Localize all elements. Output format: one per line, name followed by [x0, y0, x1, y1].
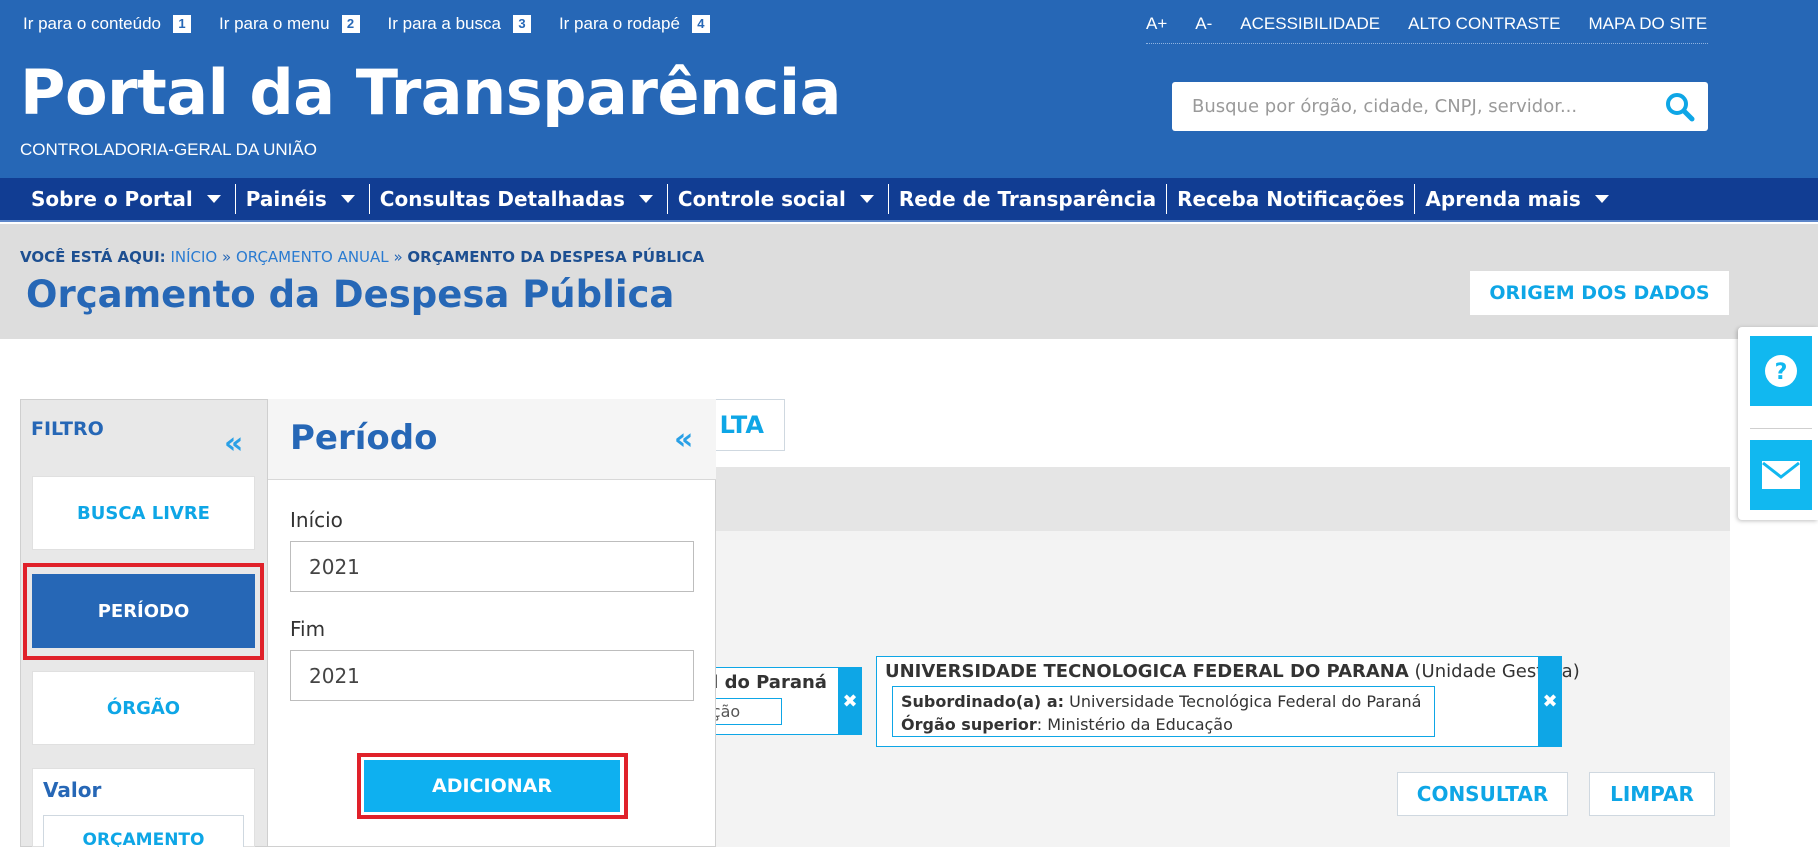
envelope-icon: [1762, 461, 1800, 489]
font-decrease-link[interactable]: A-: [1195, 14, 1212, 34]
shortcut-key-badge: 3: [512, 15, 531, 33]
caret-down-icon: [859, 195, 874, 203]
high-contrast-link[interactable]: ALTO CONTRASTE: [1408, 14, 1560, 34]
nav-receba-notificacoes[interactable]: Receba Notificações: [1166, 184, 1414, 214]
collapse-filter-chevron-icon[interactable]: «: [224, 426, 243, 461]
help-button[interactable]: ?: [1750, 336, 1812, 406]
skip-to-search-link[interactable]: Ir para a busca 3: [388, 14, 531, 34]
filter-orcamento-button[interactable]: ORÇAMENTO: [43, 815, 244, 847]
filter-periodo-button[interactable]: PERÍODO: [32, 574, 255, 648]
shortcut-key-badge: 2: [341, 15, 360, 33]
filter-chip-title: UNIVERSIDADE TECNOLOGICA FEDERAL DO PARA…: [885, 661, 1580, 682]
orgao-superior-line: Órgão superior: Ministério da Educação: [901, 715, 1233, 734]
breadcrumb-prefix: VOCÊ ESTÁ AQUI:: [20, 248, 166, 266]
breadcrumb-separator: »: [393, 248, 403, 266]
shortcut-key-badge: 4: [691, 15, 710, 33]
filter-chip-title: al do Paraná: [700, 672, 827, 693]
subordinado-line: Subordinado(a) a: Universidade Tecnológi…: [901, 692, 1422, 711]
search-box: [1172, 82, 1708, 131]
shortcut-key-badge: 1: [172, 15, 191, 33]
inicio-label: Início: [290, 508, 343, 532]
contact-button[interactable]: [1750, 440, 1812, 510]
remove-filter-button[interactable]: ✖: [1538, 656, 1562, 747]
search-icon: [1666, 93, 1695, 122]
adicionar-button[interactable]: ADICIONAR: [364, 760, 620, 812]
skip-to-footer-link[interactable]: Ir para o rodapé 4: [559, 14, 710, 34]
nav-rede-de-transparencia[interactable]: Rede de Transparência: [887, 184, 1166, 214]
breadcrumb-orcamento-anual[interactable]: ORÇAMENTO ANUAL: [236, 248, 389, 266]
breadcrumb: VOCÊ ESTÁ AQUI: INÍCIO » ORÇAMENTO ANUAL…: [20, 248, 704, 266]
breadcrumb-separator: »: [222, 248, 232, 266]
nav-sobre-o-portal[interactable]: Sobre o Portal: [21, 184, 235, 214]
caret-down-icon: [206, 195, 221, 203]
fim-input[interactable]: [290, 650, 694, 701]
inicio-input[interactable]: [290, 541, 694, 592]
search-input[interactable]: [1172, 82, 1642, 131]
periodo-title: Período: [290, 418, 438, 458]
nav-controle-social[interactable]: Controle social: [666, 184, 888, 214]
page-title: Orçamento da Despesa Pública: [26, 273, 675, 316]
search-button[interactable]: [1664, 91, 1696, 123]
remove-filter-button[interactable]: ✖: [838, 667, 862, 735]
collapse-periodo-chevron-icon[interactable]: «: [674, 422, 693, 457]
nav-consultas-detalhadas[interactable]: Consultas Detalhadas: [368, 184, 667, 214]
font-increase-link[interactable]: A+: [1146, 14, 1167, 34]
filter-valor-title: Valor: [43, 778, 102, 802]
filters-applied-header: [700, 467, 1730, 531]
data-origin-button[interactable]: ORIGEM DOS DADOS: [1470, 271, 1729, 315]
skip-links: Ir para o conteúdo 1 Ir para o menu 2 Ir p…: [23, 14, 738, 34]
limpar-button[interactable]: LIMPAR: [1589, 772, 1715, 816]
breadcrumb-inicio[interactable]: INÍCIO: [170, 248, 217, 266]
floating-help-panel: ?: [1738, 327, 1818, 520]
filter-orgao-button[interactable]: ÓRGÃO: [32, 671, 255, 745]
svg-text:?: ?: [1775, 360, 1788, 385]
skip-to-content-link[interactable]: Ir para o conteúdo 1: [23, 14, 191, 34]
main-nav: Sobre o Portal Painéis Consultas Detalha…: [0, 178, 1818, 222]
breadcrumb-current: ORÇAMENTO DA DESPESA PÚBLICA: [407, 248, 705, 266]
filter-busca-livre-button[interactable]: BUSCA LIVRE: [32, 476, 255, 550]
site-map-link[interactable]: MAPA DO SITE: [1589, 14, 1708, 34]
divider: [1750, 428, 1812, 429]
filter-title: FILTRO: [31, 418, 104, 440]
caret-down-icon: [638, 195, 653, 203]
caret-down-icon: [340, 195, 355, 203]
nav-paineis[interactable]: Painéis: [234, 184, 369, 214]
site-title[interactable]: Portal da Transparência: [20, 58, 842, 128]
consultar-button[interactable]: CONSULTAR: [1397, 772, 1568, 816]
skip-to-menu-link[interactable]: Ir para o menu 2: [219, 14, 360, 34]
site-subtitle: CONTROLADORIA-GERAL DA UNIÃO: [20, 140, 317, 159]
nav-aprenda-mais[interactable]: Aprenda mais: [1414, 184, 1622, 214]
filter-chip-details: Subordinado(a) a: Universidade Tecnológi…: [892, 686, 1435, 737]
accessibility-bar: A+ A- ACESSIBILIDADE ALTO CONTRASTE MAPA…: [1146, 14, 1708, 44]
question-icon: ?: [1765, 355, 1797, 387]
caret-down-icon: [1594, 195, 1609, 203]
fim-label: Fim: [290, 617, 326, 641]
accessibility-link[interactable]: ACESSIBILIDADE: [1240, 14, 1380, 34]
